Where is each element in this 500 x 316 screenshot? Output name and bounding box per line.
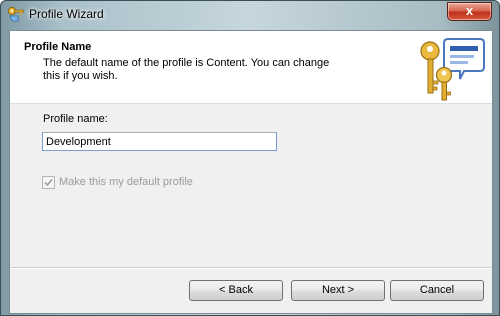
keys-chat-bubble-icon: [418, 37, 486, 103]
window-title: Profile Wizard: [29, 7, 104, 21]
page-description: The default name of the profile is Conte…: [43, 57, 330, 82]
profile-name-label: Profile name:: [43, 113, 108, 125]
cancel-button[interactable]: Cancel: [390, 280, 484, 301]
key-profile-icon: [7, 6, 25, 22]
wizard-header: Profile Name The default name of the pro…: [10, 31, 492, 104]
profile-name-input[interactable]: [42, 132, 277, 151]
close-button[interactable]: x: [447, 2, 492, 21]
back-button[interactable]: < Back: [189, 280, 283, 301]
divider: [10, 267, 492, 269]
next-button[interactable]: Next >: [291, 280, 385, 301]
title-bar[interactable]: Profile Wizard x: [1, 1, 499, 28]
page-title: Profile Name: [24, 41, 92, 53]
default-profile-checkbox[interactable]: [42, 176, 55, 189]
profile-wizard-window: Profile Wizard x Profile Name The defaul…: [0, 0, 500, 316]
checkmark-icon: [44, 179, 53, 187]
wizard-body: Profile Name The default name of the pro…: [9, 30, 493, 314]
default-profile-label: Make this my default profile: [59, 176, 193, 188]
close-icon: x: [465, 3, 474, 18]
